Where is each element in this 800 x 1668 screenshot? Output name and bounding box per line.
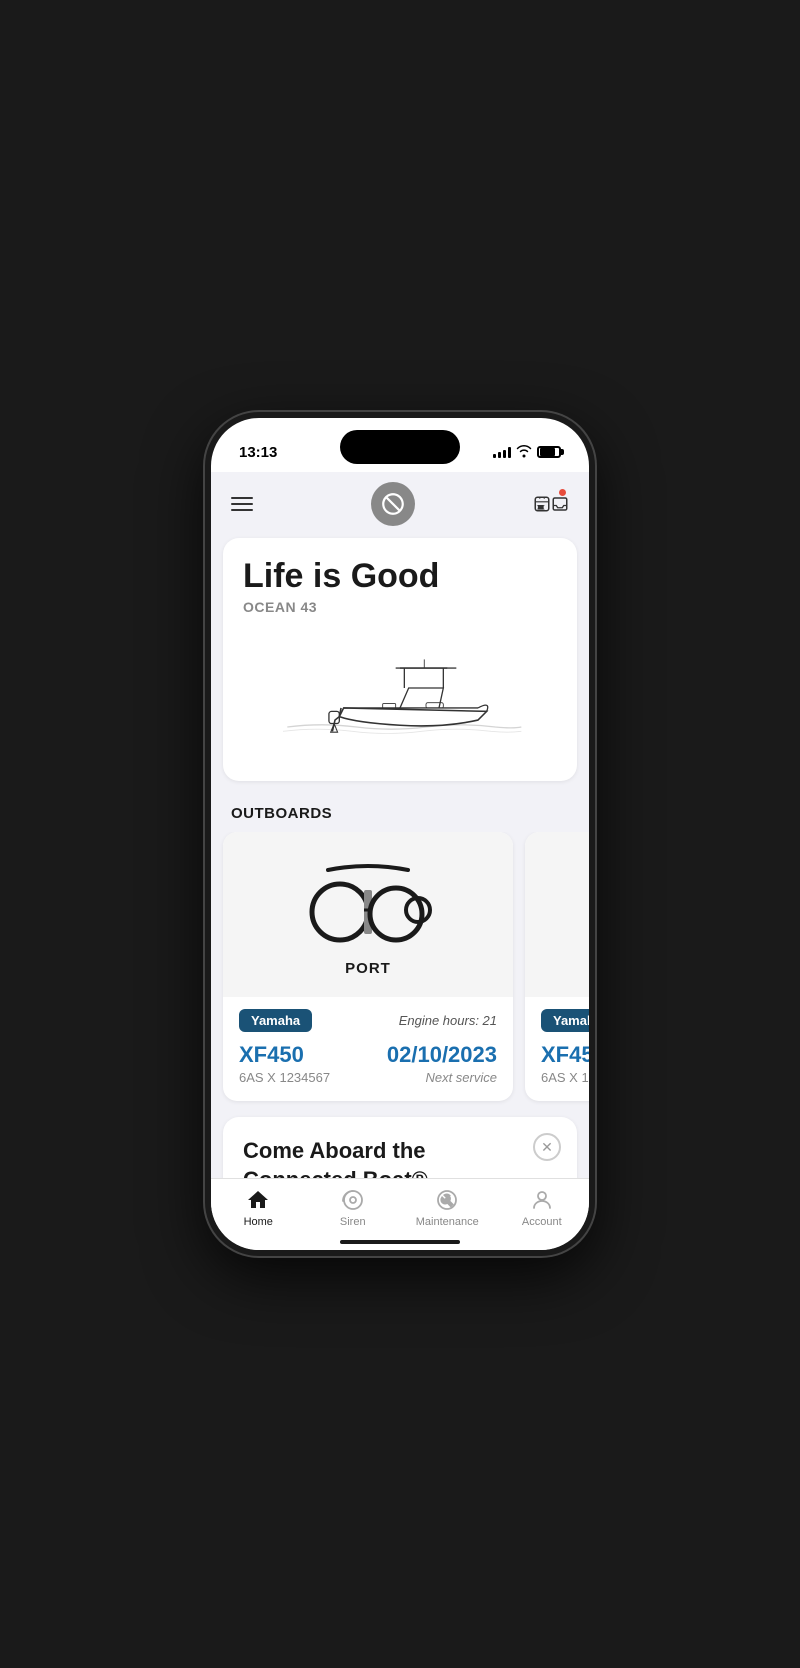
engine-hours-port: Engine hours: 21 xyxy=(399,1013,497,1028)
model-port: XF450 xyxy=(239,1042,330,1068)
outboard-card-stbd[interactable]: STBD Yamaha Engine hours: 18 XF450 6AS X… xyxy=(525,832,589,1101)
brand-badge-stbd: Yamaha xyxy=(541,1009,589,1032)
tab-maintenance[interactable]: Maintenance xyxy=(400,1187,495,1228)
brand-badge-port: Yamaha xyxy=(239,1009,312,1032)
boat-name: Life is Good xyxy=(243,558,557,595)
app-header: ✉ xyxy=(211,472,589,538)
service-label-port: Next service xyxy=(425,1070,497,1085)
outboards-carousel[interactable]: PORT Yamaha Engine hours: 21 XF450 6AS X… xyxy=(211,832,589,1117)
outboard-position-label: PORT xyxy=(345,960,391,977)
promo-title: Come Aboard the Connected Boat® xyxy=(243,1137,557,1178)
tab-home[interactable]: Home xyxy=(211,1187,306,1228)
home-icon xyxy=(246,1188,270,1212)
tab-siren[interactable]: Siren xyxy=(306,1187,401,1228)
tab-account[interactable]: Account xyxy=(495,1187,590,1228)
siren-tab-icon xyxy=(341,1188,365,1212)
outboard-motor-icon xyxy=(298,852,438,952)
status-time: 13:13 xyxy=(239,444,277,461)
model-stbd: XF450 xyxy=(541,1042,589,1068)
menu-button[interactable] xyxy=(231,497,253,511)
boat-model: OCEAN 43 xyxy=(243,599,557,615)
tab-siren-label: Siren xyxy=(340,1216,366,1228)
notification-button[interactable]: ✉ xyxy=(533,486,569,522)
serial-port: 6AS X 1234567 xyxy=(239,1070,330,1085)
outboards-section-header: OUTBOARDS xyxy=(211,797,589,832)
app-logo[interactable] xyxy=(371,482,415,526)
boat-illustration xyxy=(243,631,557,771)
service-date-port: 02/10/2023 xyxy=(387,1042,497,1068)
status-icons xyxy=(493,444,561,461)
outboard-card-port[interactable]: PORT Yamaha Engine hours: 21 XF450 6AS X… xyxy=(223,832,513,1101)
dynamic-island xyxy=(340,430,460,464)
tab-account-label: Account xyxy=(522,1216,562,1228)
battery-icon xyxy=(537,446,561,458)
siren-logo-icon xyxy=(380,491,406,517)
boat-svg xyxy=(270,641,530,761)
serial-stbd: 6AS X 1234568 xyxy=(541,1070,589,1085)
boat-card[interactable]: Life is Good OCEAN 43 xyxy=(223,538,577,781)
outboard-icon-area xyxy=(298,852,438,952)
notification-icon: ✉ xyxy=(533,491,551,517)
wifi-icon xyxy=(516,444,532,461)
notification-badge xyxy=(558,488,567,497)
svg-text:✉: ✉ xyxy=(538,505,543,511)
content-scroll[interactable]: ✉ Life is Good OCEAN 43 xyxy=(211,472,589,1178)
tab-maintenance-label: Maintenance xyxy=(416,1216,479,1228)
home-indicator xyxy=(340,1240,460,1244)
phone-frame: 13:13 xyxy=(205,412,595,1256)
signal-icon xyxy=(493,446,511,458)
maintenance-icon xyxy=(435,1188,459,1212)
promo-section: ✕ Come Aboard the Connected Boat® FEATUR… xyxy=(223,1117,577,1178)
account-icon xyxy=(530,1188,554,1212)
tab-home-label: Home xyxy=(244,1216,273,1228)
